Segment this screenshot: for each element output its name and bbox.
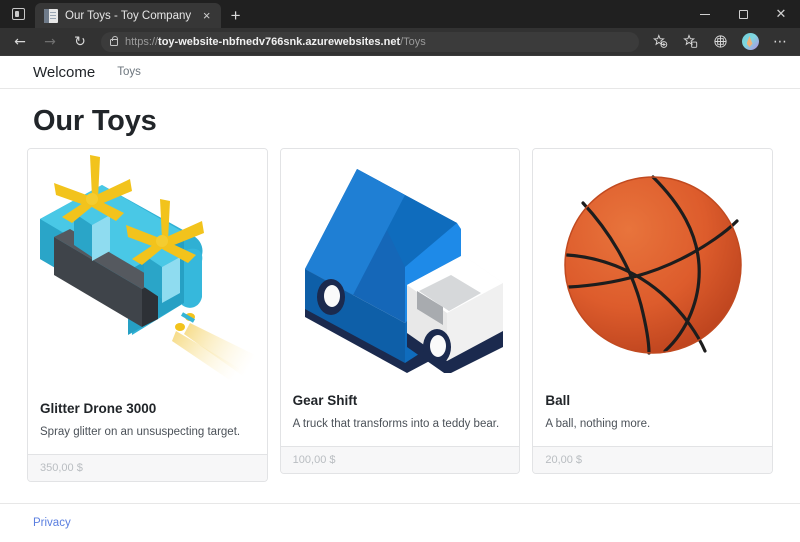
maximize-button[interactable]: [724, 0, 762, 28]
product-name: Glitter Drone 3000: [40, 401, 157, 416]
tab-title: Our Toys - Toy Company: [65, 9, 192, 22]
profile-avatar[interactable]: [736, 30, 764, 53]
refresh-icon[interactable]: ↻: [66, 30, 94, 53]
page-viewport: Welcome Toys Our Toys Glitter Drone 3000…: [0, 55, 800, 542]
close-icon[interactable]: ×: [198, 7, 215, 24]
url-text: https://toy-website-nbfnedv766snk.azurew…: [125, 36, 426, 48]
truck-illustration: [280, 149, 520, 381]
tab-search-icon[interactable]: [4, 2, 32, 26]
product-card[interactable]: Glitter Drone 3000 Spray glitter on an u…: [27, 148, 268, 482]
url-scheme: https://: [125, 35, 159, 48]
product-name: Ball: [545, 393, 571, 408]
window-controls: ✕: [686, 0, 800, 28]
product-price: 20,00 $: [533, 445, 773, 473]
product-price: 100,00 $: [280, 445, 520, 473]
product-name: Gear Shift: [292, 393, 358, 408]
product-card[interactable]: Ball A ball, nothing more. 20,00 $: [532, 148, 774, 474]
collections-icon[interactable]: [706, 30, 734, 53]
close-window-button[interactable]: ✕: [762, 0, 800, 28]
page-title: Our Toys: [33, 105, 157, 137]
site-brand[interactable]: Welcome: [33, 64, 95, 81]
new-tab-button[interactable]: +: [227, 7, 244, 24]
site-navbar: Welcome Toys: [0, 56, 800, 89]
product-info: Ball A ball, nothing more.: [533, 381, 772, 446]
drone-illustration: [28, 149, 267, 389]
page-favicon: [44, 8, 58, 23]
forward-icon: →: [44, 33, 56, 50]
url-host: toy-website-nbfnedv766snk.azurewebsites.…: [158, 35, 401, 48]
product-price: 350,00 $: [28, 453, 267, 481]
tab-strip: Our Toys - Toy Company × + ✕: [0, 0, 800, 28]
product-description: A truck that transforms into a teddy bea…: [292, 418, 500, 430]
product-card-grid: Glitter Drone 3000 Spray glitter on an u…: [27, 148, 774, 482]
product-description: A ball, nothing more.: [545, 418, 651, 430]
product-card[interactable]: Gear Shift A truck that transforms into …: [279, 148, 521, 474]
lock-icon: [110, 36, 119, 46]
browser-toolbar: ← → ↻ https://toy-website-nbfnedv766snk.…: [0, 28, 800, 55]
address-bar[interactable]: https://toy-website-nbfnedv766snk.azurew…: [101, 31, 639, 52]
product-info: Gear Shift A truck that transforms into …: [281, 381, 520, 446]
page-content: Our Toys Glitter Drone 3000 Spray glitte…: [0, 89, 800, 503]
settings-more-icon[interactable]: ⋯: [766, 30, 794, 53]
nav-link-toys[interactable]: Toys: [117, 66, 141, 78]
browser-tab[interactable]: Our Toys - Toy Company ×: [35, 3, 222, 28]
product-info: Glitter Drone 3000 Spray glitter on an u…: [28, 389, 267, 454]
favorites-icon[interactable]: [676, 30, 704, 53]
product-description: Spray glitter on an unsuspecting target.: [40, 426, 241, 438]
site-footer: Privacy: [0, 503, 800, 542]
browser-window: Our Toys - Toy Company × + ✕ ← → ↻ https…: [0, 0, 800, 542]
minimize-button[interactable]: [686, 0, 724, 28]
back-icon[interactable]: ←: [6, 30, 34, 53]
privacy-link[interactable]: Privacy: [33, 517, 71, 529]
basketball-illustration: [533, 149, 773, 381]
add-favorite-icon[interactable]: [646, 30, 674, 53]
url-path: /Toys: [400, 35, 426, 48]
